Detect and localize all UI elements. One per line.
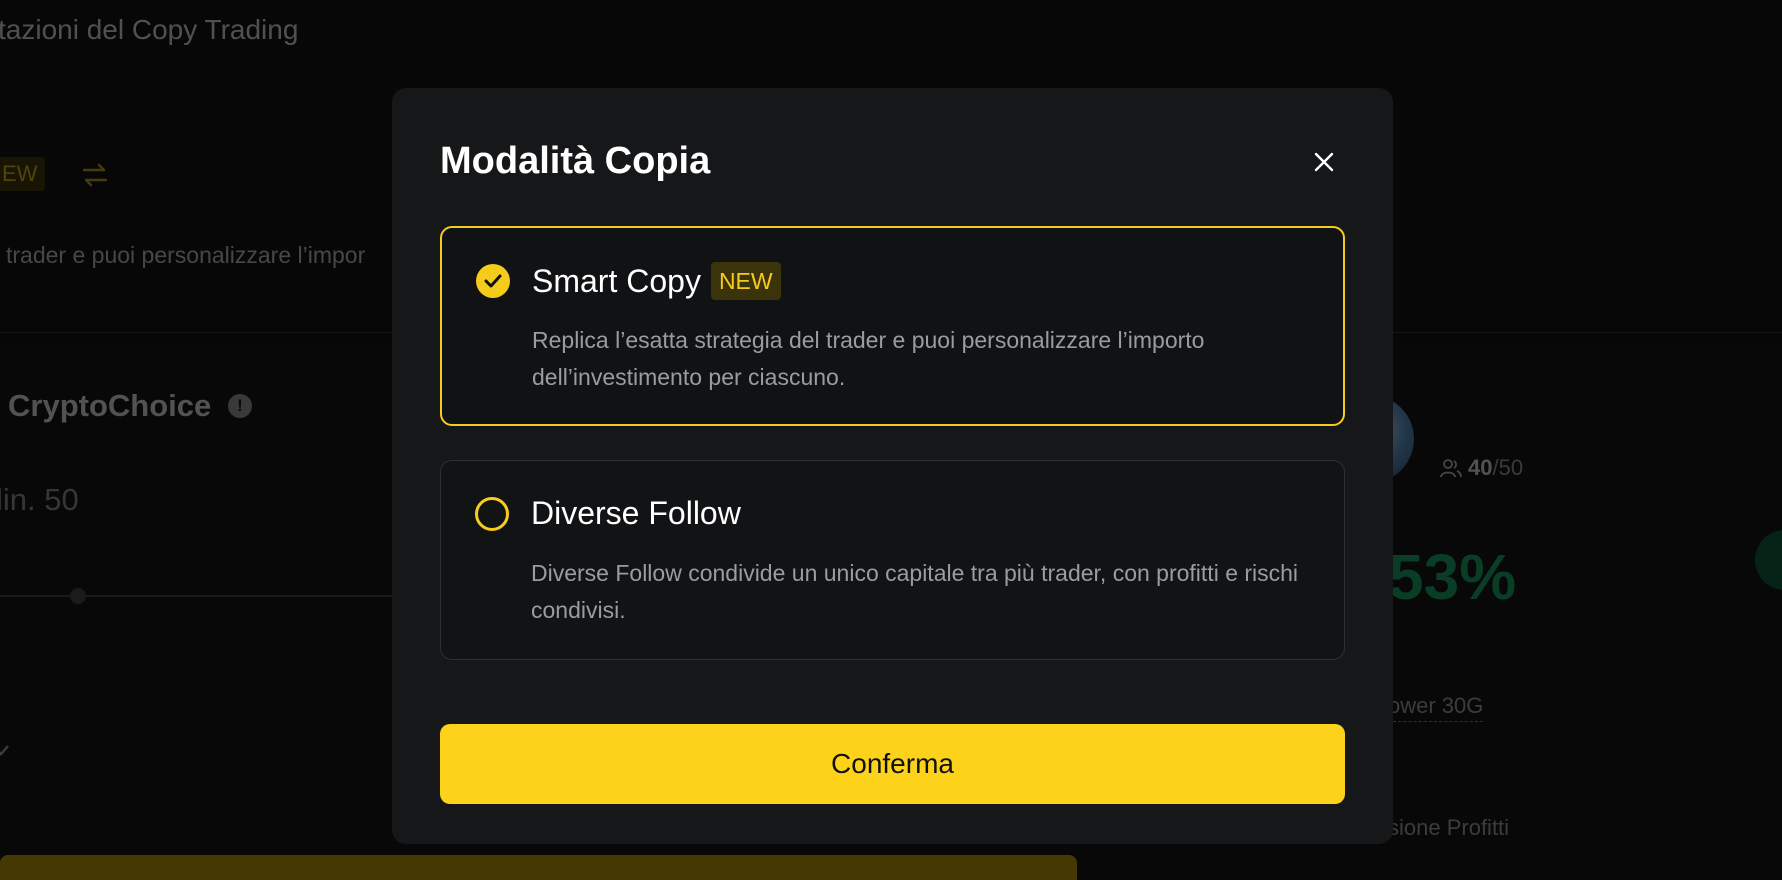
check-icon: [484, 274, 502, 288]
option-diverse-follow[interactable]: Diverse Follow Diverse Follow condivide …: [440, 460, 1345, 660]
option-description: Replica l’esatta strategia del trader e …: [532, 327, 1205, 390]
confirm-label: Conferma: [831, 748, 954, 779]
close-button[interactable]: [1304, 142, 1344, 182]
option-smart-copy[interactable]: Smart Copy NEW Replica l’esatta strategi…: [440, 226, 1345, 426]
option-title: Smart Copy: [532, 262, 701, 299]
close-icon: [1314, 152, 1334, 172]
copy-mode-modal: Modalità Copia Smart Copy NEW Replica l’…: [392, 88, 1393, 844]
new-badge: NEW: [710, 262, 781, 300]
modal-title: Modalità Copia: [440, 140, 711, 182]
confirm-button[interactable]: Conferma: [440, 724, 1345, 804]
radio-selected[interactable]: [476, 264, 510, 298]
option-title: Diverse Follow: [531, 495, 741, 531]
radio-unselected[interactable]: [475, 497, 509, 531]
option-description: Diverse Follow condivide un unico capita…: [531, 560, 1299, 623]
